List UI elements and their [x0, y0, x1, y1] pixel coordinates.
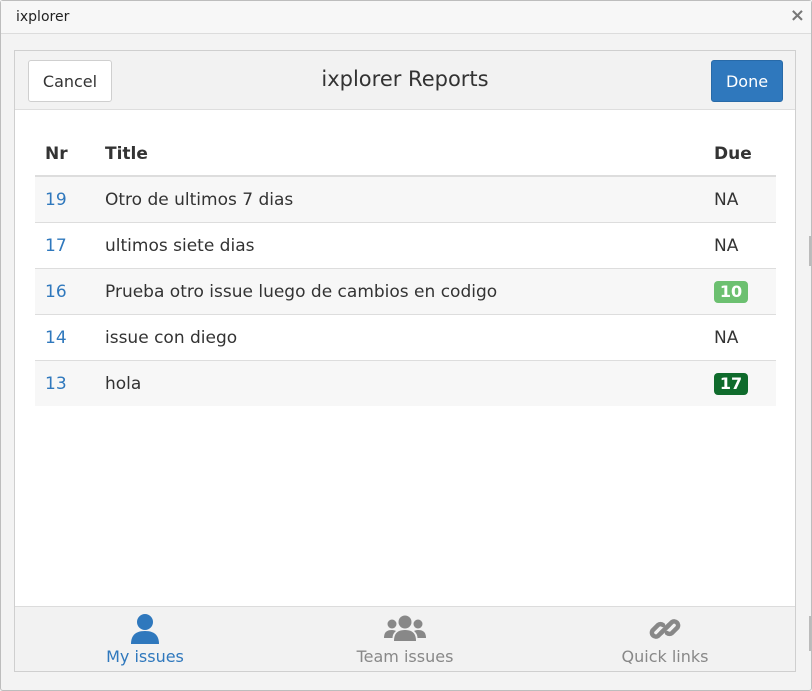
modal-header: Cancel ixplorer Reports Done [15, 51, 795, 110]
table-row: 17 ultimos siete dias NA [35, 222, 776, 269]
modal-title: ixplorer Reports [321, 67, 489, 91]
header-nr: Nr [35, 133, 95, 177]
table-row: 16 Prueba otro issue luego de cambios en… [35, 268, 776, 315]
issue-due-cell: 17 [704, 360, 776, 406]
issues-table: Nr Title Due 19 Otro de ultimos 7 dias N… [35, 133, 776, 406]
tab-label: My issues [106, 647, 184, 666]
tab-label: Team issues [356, 647, 454, 666]
issue-number-link[interactable]: 17 [45, 236, 67, 256]
issue-number-link[interactable]: 13 [45, 374, 67, 394]
window-title: ixplorer [16, 9, 70, 25]
issue-number-cell: 19 [35, 175, 95, 223]
issue-title: hola [95, 360, 704, 406]
issue-number-cell: 16 [35, 268, 95, 315]
tab-label: Quick links [621, 647, 709, 666]
bottom-tab-bar: My issues Team issues Quick links [15, 606, 795, 671]
users-icon [384, 615, 426, 641]
header-title: Title [95, 133, 704, 177]
header-due: Due [704, 133, 776, 177]
tab-my-issues[interactable]: My issues [15, 607, 275, 671]
table-row: 14 issue con diego NA [35, 314, 776, 361]
link-icon [649, 619, 681, 639]
table-row: 19 Otro de ultimos 7 dias NA [35, 175, 776, 223]
issue-title: Otro de ultimos 7 dias [95, 175, 704, 223]
scrollbar-edge[interactable] [809, 236, 811, 266]
close-icon[interactable]: × [790, 6, 805, 26]
issue-number-link[interactable]: 14 [45, 328, 67, 348]
due-badge: 10 [714, 280, 748, 303]
issue-number-cell: 13 [35, 360, 95, 406]
tab-quick-links[interactable]: Quick links [535, 607, 795, 671]
scrollbar-edge[interactable] [809, 616, 811, 651]
issue-title: issue con diego [95, 314, 704, 361]
issue-title: Prueba otro issue luego de cambios en co… [95, 268, 704, 315]
tab-team-issues[interactable]: Team issues [275, 607, 535, 671]
issue-number-link[interactable]: 19 [45, 190, 67, 210]
issue-number-cell: 17 [35, 222, 95, 269]
done-button[interactable]: Done [711, 60, 783, 102]
due-badge: 17 [714, 372, 748, 395]
issue-number-link[interactable]: 16 [45, 282, 67, 302]
issue-due-cell: 10 [704, 268, 776, 315]
issue-due: NA [704, 222, 776, 269]
table-header-row: Nr Title Due [35, 133, 776, 177]
issue-due: NA [704, 175, 776, 223]
window-titlebar: ixplorer × [1, 1, 811, 34]
issue-title: ultimos siete dias [95, 222, 704, 269]
user-icon [131, 614, 159, 644]
reports-modal: Cancel ixplorer Reports Done Nr Title Du… [14, 50, 796, 672]
issue-due: NA [704, 314, 776, 361]
issue-number-cell: 14 [35, 314, 95, 361]
app-window: ixplorer × Cancel ixplorer Reports Done … [0, 0, 812, 691]
table-row: 13 hola 17 [35, 360, 776, 406]
issues-table-container: Nr Title Due 19 Otro de ultimos 7 dias N… [35, 133, 776, 406]
